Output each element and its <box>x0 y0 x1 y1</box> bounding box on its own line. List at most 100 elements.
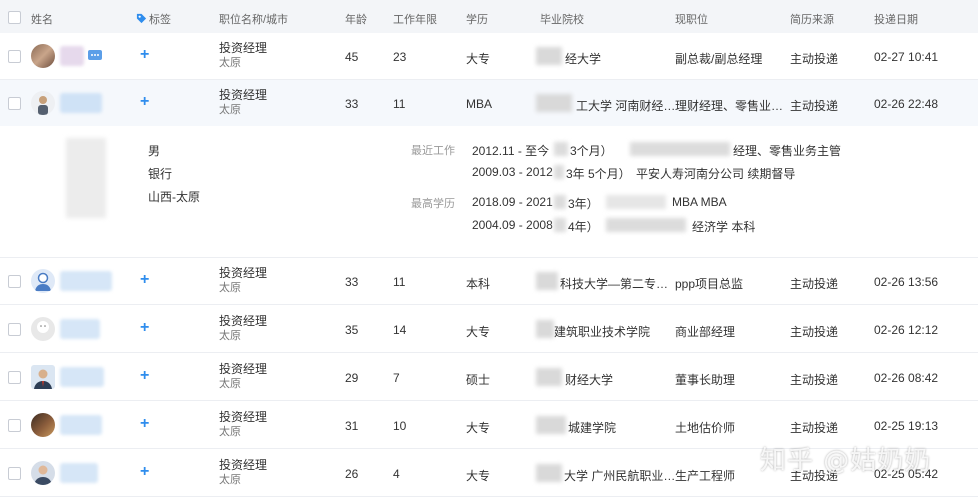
table-header: 姓名 标签 职位名称/城市 年龄 工作年限 学历 毕业院校 现职位 简历来源 投… <box>0 0 978 34</box>
position-cell: 投资经理 太原 <box>219 362 267 392</box>
age-cell: 45 <box>345 50 359 64</box>
detail-location: 山西-太原 <box>148 190 200 204</box>
school-cell: 城建学院 <box>568 421 617 435</box>
avatar <box>31 413 55 437</box>
add-tag-icon[interactable]: + <box>140 415 149 433</box>
redacted-block <box>554 195 566 209</box>
edu-1-duration: 3年） <box>568 197 599 211</box>
col-school[interactable]: 毕业院校 <box>540 11 584 27</box>
school-cell: 科技大学—第二专… <box>560 277 669 291</box>
position-cell: 投资经理 太原 <box>219 458 267 488</box>
candidate-name[interactable] <box>60 367 104 387</box>
table-row[interactable]: + 投资经理 太原 45 23 大专 经大学 副总裁/副总经理 主动投递 02-2… <box>0 33 978 80</box>
candidate-name[interactable] <box>60 463 98 483</box>
col-current-position[interactable]: 现职位 <box>675 11 708 27</box>
table-row[interactable]: + 投资经理 太原 35 14 大专 建筑职业技术学院 商业部经理 主动投递 02… <box>0 306 978 353</box>
position-city: 太原 <box>219 330 241 342</box>
avatar <box>31 91 55 115</box>
row-checkbox[interactable] <box>8 50 21 63</box>
years-cell: 14 <box>393 323 407 337</box>
add-tag-icon[interactable]: + <box>140 319 149 337</box>
redacted-block <box>536 272 558 290</box>
school-cell: 工大学 河南财经… <box>576 99 676 113</box>
date-cell: 02-26 13:56 <box>874 275 939 289</box>
work-2-duration: 3年 5个月） <box>566 167 631 181</box>
detail-gender: 男 <box>148 144 161 158</box>
recent-work-label: 最近工作 <box>411 145 455 157</box>
col-age[interactable]: 年龄 <box>345 11 367 27</box>
add-tag-icon[interactable]: + <box>140 367 149 385</box>
position-title: 投资经理 <box>219 88 268 102</box>
redacted-block <box>536 464 562 482</box>
date-cell: 02-25 19:13 <box>874 419 939 433</box>
chat-icon[interactable] <box>88 50 102 62</box>
candidate-name[interactable] <box>60 319 100 339</box>
position-title: 投资经理 <box>219 266 268 280</box>
redacted-block <box>536 320 554 338</box>
candidate-name[interactable] <box>60 415 102 435</box>
row-checkbox[interactable] <box>8 371 21 384</box>
col-years[interactable]: 工作年限 <box>393 11 437 27</box>
redacted-block <box>536 416 566 434</box>
edu-1-period: 2018.09 - 2021 <box>472 195 553 209</box>
row-checkbox[interactable] <box>8 275 21 288</box>
col-tags[interactable]: 标签 <box>136 11 171 27</box>
select-all-checkbox[interactable] <box>8 11 21 24</box>
source-cell: 主动投递 <box>790 373 839 387</box>
table-row[interactable]: + 投资经理 太原 33 11 MBA 工大学 河南财经… 理财经理、零售业… 主… <box>0 80 978 127</box>
source-cell: 主动投递 <box>790 277 839 291</box>
candidate-name[interactable] <box>60 46 84 66</box>
education-cell: MBA <box>466 97 493 111</box>
avatar <box>31 317 55 341</box>
position-title: 投资经理 <box>219 362 268 376</box>
work-1-duration: 3个月） <box>570 144 613 158</box>
current-position-cell: 生产工程师 <box>675 469 736 483</box>
school-cell: 财经大学 <box>565 373 614 387</box>
position-cell: 投资经理 太原 <box>219 410 267 440</box>
source-cell: 主动投递 <box>790 52 839 66</box>
education-cell: 大专 <box>466 469 491 483</box>
col-name[interactable]: 姓名 <box>31 11 53 27</box>
col-education[interactable]: 学历 <box>466 11 488 27</box>
work-1-title: 经理、零售业务主管 <box>733 144 842 158</box>
tag-icon <box>136 13 147 24</box>
redacted-block <box>536 94 572 112</box>
col-position[interactable]: 职位名称/城市 <box>219 11 288 27</box>
current-position-cell: 理财经理、零售业… <box>675 99 784 113</box>
position-title: 投资经理 <box>219 458 268 472</box>
row-checkbox[interactable] <box>8 467 21 480</box>
age-cell: 26 <box>345 467 359 481</box>
redacted-block <box>606 218 686 232</box>
source-cell: 主动投递 <box>790 325 839 339</box>
row-checkbox[interactable] <box>8 323 21 336</box>
years-cell: 11 <box>393 275 406 289</box>
candidate-name[interactable] <box>60 271 112 291</box>
add-tag-icon[interactable]: + <box>140 93 149 111</box>
table-row[interactable]: + 投资经理 太原 29 7 硕士 财经大学 董事长助理 主动投递 02-26 0… <box>0 354 978 401</box>
add-tag-icon[interactable]: + <box>140 271 149 289</box>
education-cell: 硕士 <box>466 373 491 387</box>
current-position-cell: ppp项目总监 <box>675 277 744 291</box>
row-checkbox[interactable] <box>8 97 21 110</box>
date-cell: 02-26 12:12 <box>874 323 939 337</box>
position-title: 投资经理 <box>219 314 268 328</box>
col-source[interactable]: 简历来源 <box>790 11 834 27</box>
edu-2-major: 经济学 本科 <box>692 220 756 234</box>
row-checkbox[interactable] <box>8 419 21 432</box>
table-row[interactable]: + 投资经理 太原 33 11 本科 科技大学—第二专… ppp项目总监 主动投递… <box>0 258 978 305</box>
col-date[interactable]: 投递日期 <box>874 11 918 27</box>
candidate-name[interactable] <box>60 93 102 113</box>
redacted-block <box>554 142 568 156</box>
work-2-company: 平安人寿河南分公司 续期督导 <box>636 167 796 181</box>
current-position-cell: 副总裁/副总经理 <box>675 52 763 66</box>
date-cell: 02-27 10:41 <box>874 50 939 64</box>
position-cell: 投资经理 太原 <box>219 88 267 118</box>
add-tag-icon[interactable]: + <box>140 46 149 64</box>
avatar <box>31 365 55 389</box>
avatar <box>31 461 55 485</box>
add-tag-icon[interactable]: + <box>140 463 149 481</box>
source-cell: 主动投递 <box>790 421 839 435</box>
school-cell: 建筑职业技术学院 <box>554 325 651 339</box>
current-position-cell: 商业部经理 <box>675 325 736 339</box>
current-position-cell: 土地估价师 <box>675 421 736 435</box>
